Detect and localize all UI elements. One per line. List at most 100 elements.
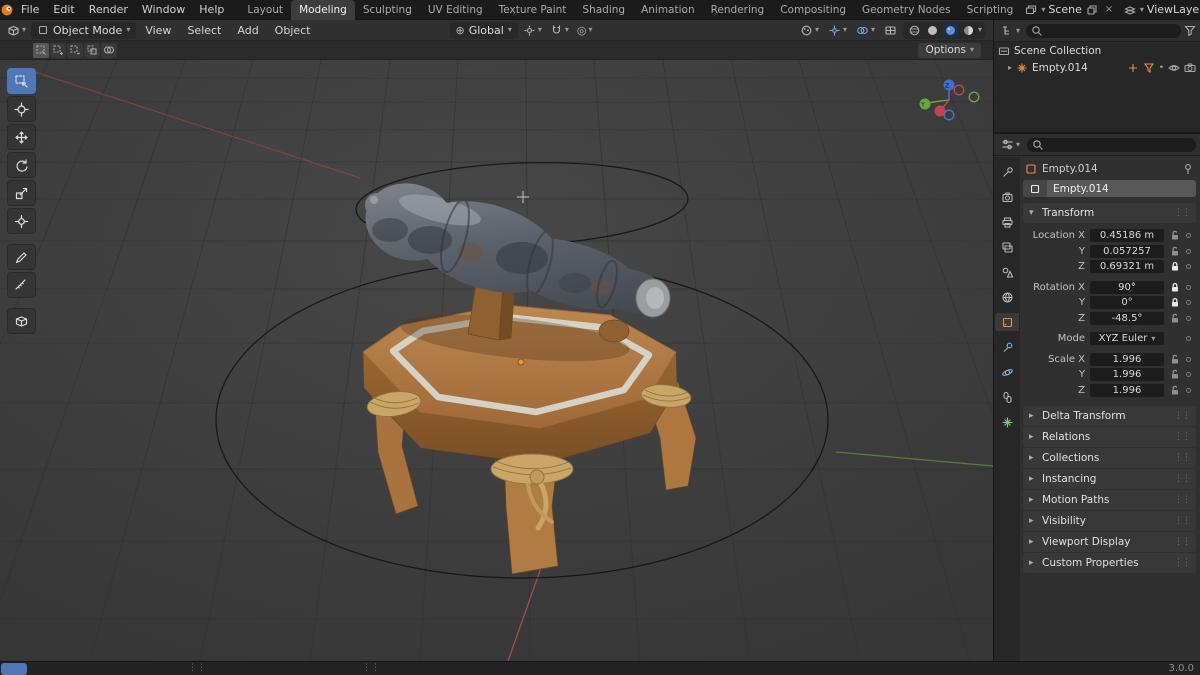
rotation-mode-dropdown[interactable]: XYZ Euler ▾ xyxy=(1090,332,1164,346)
scale-x-field[interactable]: 1.996 xyxy=(1090,352,1164,366)
panel-header-custom-properties[interactable]: ▸ Custom Properties ⋮⋮ xyxy=(1023,553,1196,573)
gizmos-dropdown[interactable]: ▾ xyxy=(825,22,850,39)
tab-modeling[interactable]: Modeling xyxy=(291,0,355,20)
lock-icon[interactable] xyxy=(1169,297,1181,308)
xray-toggle[interactable] xyxy=(881,22,900,39)
blender-logo-icon[interactable] xyxy=(0,0,14,20)
animate-decorator[interactable] xyxy=(1186,315,1191,321)
tab-texture-paint[interactable]: Texture Paint xyxy=(491,0,575,20)
tab-scripting[interactable]: Scripting xyxy=(959,0,1022,20)
animate-decorator[interactable] xyxy=(1186,336,1191,342)
scene-name[interactable]: Scene xyxy=(1048,3,1082,16)
select-box-tool[interactable] xyxy=(7,68,36,94)
unlink-scene-button[interactable]: × xyxy=(1102,3,1116,17)
viewport-canvas[interactable]: Y Z xyxy=(0,60,993,661)
panel-grip-icon[interactable]: ⋮⋮ xyxy=(1174,516,1191,526)
panel-header-instancing[interactable]: ▸ Instancing ⋮⋮ xyxy=(1023,469,1196,489)
shading-material-button[interactable] xyxy=(941,22,959,38)
tab-layout[interactable]: Layout xyxy=(239,0,291,20)
location-y-field[interactable]: 0.057257 xyxy=(1090,244,1164,258)
menu-view[interactable]: View xyxy=(138,20,178,41)
pin-icon[interactable] xyxy=(1182,163,1194,175)
object-origin-dot[interactable] xyxy=(517,358,525,366)
transform-orientation-dropdown[interactable]: ⊕ Global ▾ xyxy=(449,21,518,39)
menu-add[interactable]: Add xyxy=(230,20,265,41)
menu-edit[interactable]: Edit xyxy=(46,0,81,20)
expand-chevron-icon[interactable]: ▸ xyxy=(1008,63,1012,72)
tab-rendering[interactable]: Rendering xyxy=(703,0,773,20)
splitter-handle-icon[interactable]: ⋮⋮ xyxy=(362,663,380,673)
overlays-dropdown[interactable]: ▾ xyxy=(853,22,878,39)
lock-icon[interactable] xyxy=(1169,230,1181,241)
tab-compositing[interactable]: Compositing xyxy=(772,0,854,20)
scale-y-field[interactable]: 1.996 xyxy=(1090,368,1164,382)
options-dropdown[interactable]: Options ▾ xyxy=(918,42,981,58)
panel-header-motion-paths[interactable]: ▸ Motion Paths ⋮⋮ xyxy=(1023,490,1196,510)
disable-render-camera-icon[interactable] xyxy=(1184,62,1196,74)
shading-solid-button[interactable] xyxy=(924,23,941,38)
tab-scene-properties[interactable] xyxy=(995,263,1019,281)
scene-browse-button[interactable] xyxy=(1024,3,1038,17)
tab-shading[interactable]: Shading xyxy=(574,0,633,20)
outliner-editor-button[interactable]: ▾ xyxy=(998,22,1023,39)
outliner-search-input[interactable] xyxy=(1026,23,1181,38)
animate-decorator[interactable] xyxy=(1186,372,1191,378)
rotation-z-field[interactable]: -48.5° xyxy=(1090,311,1164,325)
panel-header-relations[interactable]: ▸ Relations ⋮⋮ xyxy=(1023,427,1196,447)
transform-tool[interactable] xyxy=(7,208,36,234)
splitter-handle-icon[interactable]: ⋮⋮ xyxy=(188,663,206,673)
panel-grip-icon[interactable]: ⋮⋮ xyxy=(1174,411,1191,421)
panel-grip-icon[interactable]: ⋮⋮ xyxy=(1174,208,1191,218)
panel-header-viewport-display[interactable]: ▸ Viewport Display ⋮⋮ xyxy=(1023,532,1196,552)
properties-search-input[interactable] xyxy=(1027,137,1196,152)
location-z-field[interactable]: 0.69321 m xyxy=(1090,260,1164,274)
select-mode-invert-button[interactable] xyxy=(84,42,100,58)
new-scene-button[interactable] xyxy=(1085,3,1099,17)
panel-header-collections[interactable]: ▸ Collections ⋮⋮ xyxy=(1023,448,1196,468)
tab-uv-editing[interactable]: UV Editing xyxy=(420,0,491,20)
animate-decorator[interactable] xyxy=(1186,356,1191,362)
snap-dropdown[interactable]: ▾ xyxy=(547,22,572,39)
shading-rendered-button[interactable] xyxy=(960,23,977,38)
lock-icon[interactable] xyxy=(1169,282,1181,293)
panel-grip-icon[interactable]: ⋮⋮ xyxy=(1174,537,1191,547)
select-mode-extend-button[interactable] xyxy=(50,42,66,58)
menu-render[interactable]: Render xyxy=(82,0,135,20)
tab-render-properties[interactable] xyxy=(995,188,1019,206)
animate-decorator[interactable] xyxy=(1186,264,1191,270)
editor-type-button[interactable]: ▾ xyxy=(4,22,29,39)
viewlayer-browse-chevron-icon[interactable]: ▾ xyxy=(1140,5,1144,14)
lock-icon[interactable] xyxy=(1169,261,1181,272)
rotation-y-field[interactable]: 0° xyxy=(1090,296,1164,310)
proportional-editing-dropdown[interactable]: ◎ ▾ xyxy=(574,22,596,39)
tab-animation[interactable]: Animation xyxy=(633,0,703,20)
select-mode-set-button[interactable] xyxy=(33,42,49,58)
menu-select[interactable]: Select xyxy=(180,20,228,41)
lock-icon[interactable] xyxy=(1169,246,1181,257)
object-visibility-dropdown[interactable]: ▾ xyxy=(797,22,822,39)
breadcrumb-object-name[interactable]: Empty.014 xyxy=(1042,163,1098,175)
tab-output-properties[interactable] xyxy=(995,213,1019,231)
mode-dropdown[interactable]: Object Mode ▾ xyxy=(31,21,137,39)
panel-grip-icon[interactable]: ⋮⋮ xyxy=(1174,558,1191,568)
tab-modifier-properties[interactable] xyxy=(995,338,1019,356)
hide-eye-icon[interactable] xyxy=(1168,62,1180,74)
tab-sculpting[interactable]: Sculpting xyxy=(355,0,420,20)
menu-help[interactable]: Help xyxy=(192,0,231,20)
rotate-tool[interactable] xyxy=(7,152,36,178)
shading-wireframe-button[interactable] xyxy=(906,23,923,38)
panel-grip-icon[interactable]: ⋮⋮ xyxy=(1174,453,1191,463)
timeline-playhead[interactable] xyxy=(1,662,27,675)
annotate-tool[interactable] xyxy=(7,244,36,270)
scene-collection-row[interactable]: Scene Collection xyxy=(994,42,1200,59)
transform-panel-header[interactable]: ▾ Transform ⋮⋮ xyxy=(1023,203,1196,223)
lock-icon[interactable] xyxy=(1169,354,1181,365)
animate-decorator[interactable] xyxy=(1186,387,1191,393)
tab-view-layer-properties[interactable] xyxy=(995,238,1019,256)
lock-icon[interactable] xyxy=(1169,385,1181,396)
tab-constraint-properties[interactable] xyxy=(995,388,1019,406)
select-mode-subtract-button[interactable] xyxy=(67,42,83,58)
select-mode-intersect-button[interactable] xyxy=(101,42,117,58)
tab-physics-properties[interactable] xyxy=(995,363,1019,381)
panel-header-visibility[interactable]: ▸ Visibility ⋮⋮ xyxy=(1023,511,1196,531)
